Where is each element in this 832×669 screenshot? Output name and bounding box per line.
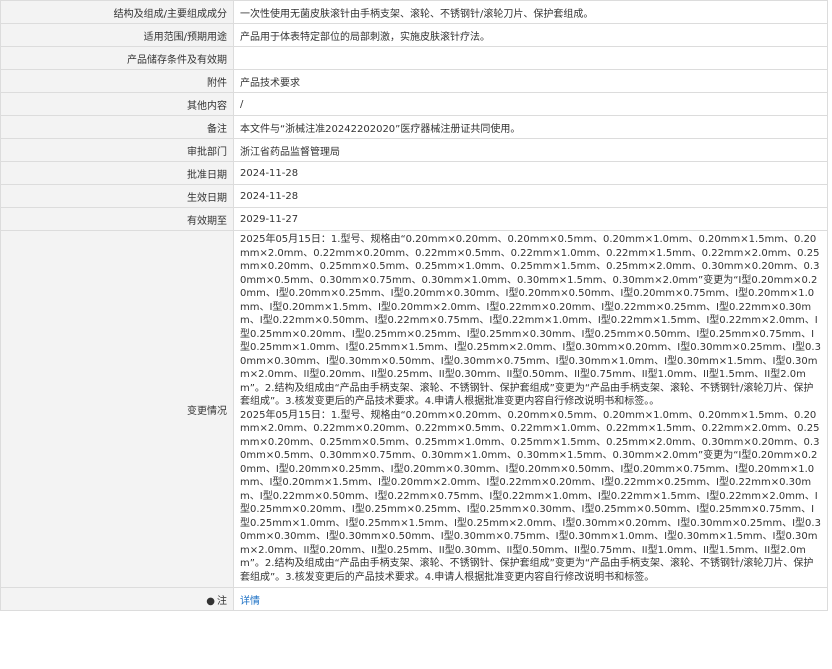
row-value: / (233, 92, 828, 116)
row-label: 生效日期 (0, 184, 234, 208)
table-row: 其他内容 / (0, 92, 828, 116)
row-value: 2024-11-28 (233, 161, 828, 185)
row-label: 批准日期 (0, 161, 234, 185)
note-label: 注 (217, 595, 227, 607)
row-value: 浙江省药品监督管理局 (233, 138, 828, 162)
table-row: 生效日期 2024-11-28 (0, 184, 828, 208)
row-label: 有效期至 (0, 207, 234, 231)
table-row: 产品储存条件及有效期 (0, 46, 828, 70)
row-value: 一次性使用无菌皮肤滚针由手柄支架、滚轮、不锈钢针/滚轮刀片、保护套组成。 (233, 0, 828, 24)
registration-detail-panel: 结构及组成/主要组成成分 一次性使用无菌皮肤滚针由手柄支架、滚轮、不锈钢针/滚轮… (0, 0, 828, 611)
table-row: 适用范围/预期用途 产品用于体表特定部位的局部刺激，实施皮肤滚针疗法。 (0, 23, 828, 47)
row-label: 其他内容 (0, 92, 234, 116)
table-row: 附件 产品技术要求 (0, 69, 828, 93)
row-label: 适用范围/预期用途 (0, 23, 234, 47)
table-row: 有效期至 2029-11-27 (0, 207, 828, 231)
row-label: 附件 (0, 69, 234, 93)
details-link[interactable]: 详情 (240, 596, 260, 607)
row-label: 产品储存条件及有效期 (0, 46, 234, 70)
note-value-cell: 详情 (233, 587, 828, 611)
row-label: 结构及组成/主要组成成分 (0, 0, 234, 24)
table-row: 结构及组成/主要组成成分 一次性使用无菌皮肤滚针由手柄支架、滚轮、不锈钢针/滚轮… (0, 0, 828, 24)
row-value: 2024-11-28 (233, 184, 828, 208)
note-label-cell: ● 注 (0, 587, 234, 611)
row-label: 备注 (0, 115, 234, 139)
row-value: 本文件与“浙械注准20242202020”医疗器械注册证共同使用。 (233, 115, 828, 139)
change-row: 变更情况 2025年05月15日：1.型号、规格由“0.20mm×0.20mm、… (0, 230, 828, 588)
row-value: 2029-11-27 (233, 207, 828, 231)
row-value: 产品用于体表特定部位的局部刺激，实施皮肤滚针疗法。 (233, 23, 828, 47)
note-row: ● 注 详情 (0, 587, 828, 611)
table-row: 批准日期 2024-11-28 (0, 161, 828, 185)
detail-table: 结构及组成/主要组成成分 一次性使用无菌皮肤滚针由手柄支架、滚轮、不锈钢针/滚轮… (0, 0, 828, 611)
change-text: 2025年05月15日：1.型号、规格由“0.20mm×0.20mm、0.20m… (233, 230, 828, 588)
row-value (233, 46, 828, 70)
change-label: 变更情况 (0, 230, 234, 588)
row-label: 审批部门 (0, 138, 234, 162)
pin-icon: ● (206, 595, 215, 607)
table-row: 审批部门 浙江省药品监督管理局 (0, 138, 828, 162)
table-row: 备注 本文件与“浙械注准20242202020”医疗器械注册证共同使用。 (0, 115, 828, 139)
row-value: 产品技术要求 (233, 69, 828, 93)
